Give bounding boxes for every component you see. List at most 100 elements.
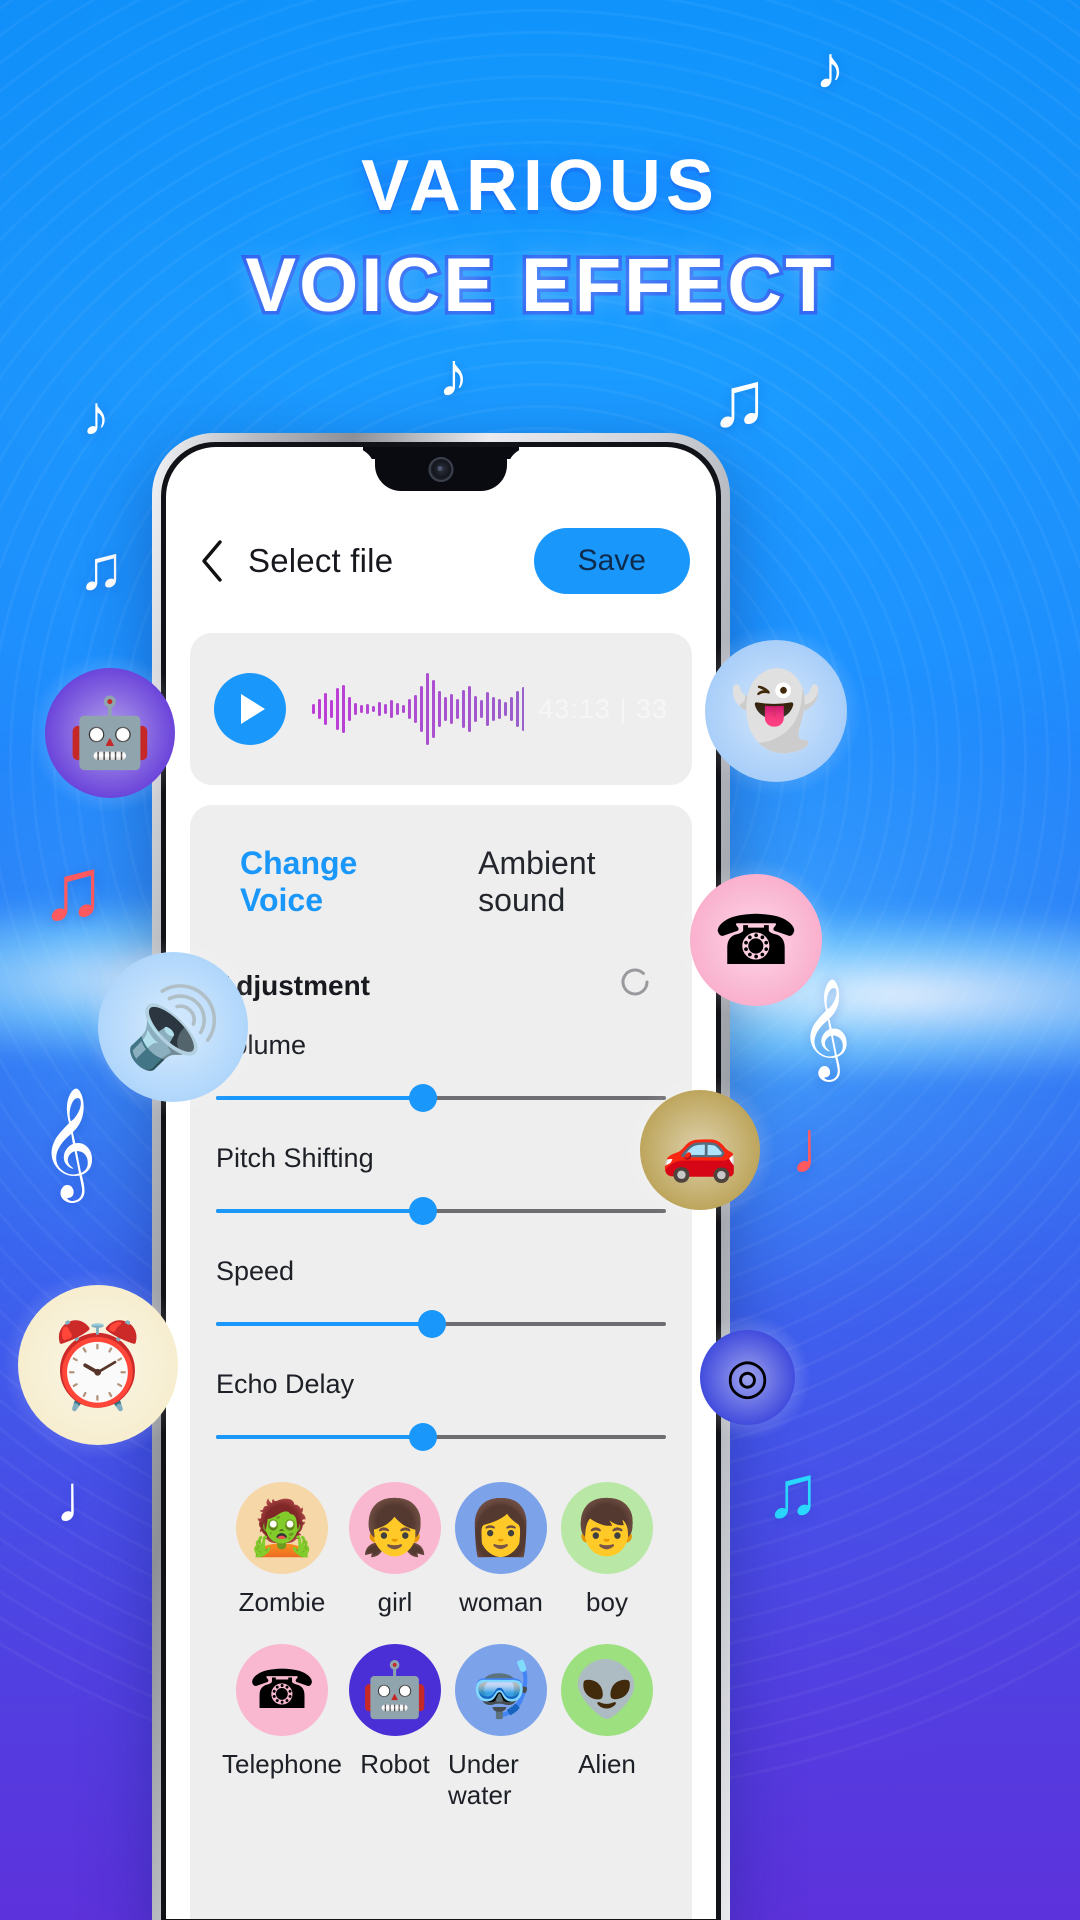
slider-fill (216, 1209, 423, 1213)
effects-panel: Change Voice Ambient sound Adjustment Vo… (190, 805, 692, 1919)
promo-screenshot: VARIOUS VOICE EFFECT ♪ ♪ ♫ ♪ ♫ ♫ 𝄞 𝄞 ♩ ♩ ♫ (0, 0, 1080, 1920)
woman-icon: 👩 (455, 1482, 547, 1574)
telephone-bubble: ☎ (674, 858, 838, 1022)
app-header: Select file Save (166, 509, 716, 613)
waveform-bar (414, 694, 417, 724)
tab-change-voice[interactable]: Change Voice (240, 845, 424, 919)
waveform-bar (498, 698, 501, 720)
effect-robot[interactable]: 🤖 Robot (342, 1644, 448, 1811)
sound-wave-bubble: ◎ (684, 1314, 811, 1441)
speaker-bubble: 🔊 (82, 936, 264, 1118)
headline: VARIOUS VOICE EFFECT (0, 146, 1080, 328)
slider-thumb[interactable] (409, 1197, 437, 1225)
waveform-bar (402, 705, 405, 713)
waveform-bar (390, 700, 393, 718)
waveform-bar (432, 680, 435, 738)
waveform-bar (348, 697, 351, 721)
waveform-bar (450, 694, 453, 724)
robot-bubble: 🤖 (29, 652, 191, 814)
effect-label: Alien (578, 1749, 636, 1779)
effect-label: boy (586, 1587, 628, 1617)
slider-label-speed: Speed (216, 1256, 295, 1286)
ghost-bubble: 👻 (689, 624, 863, 798)
effect-label: Under water (448, 1749, 519, 1810)
effect-under-water[interactable]: 🤿 Under water (448, 1644, 554, 1811)
waveform-bar (324, 693, 327, 725)
effect-label: Telephone (222, 1749, 342, 1779)
page-title: Select file (248, 542, 394, 579)
chevron-left-icon (199, 539, 225, 583)
slider-label-volume: Volume (216, 1030, 666, 1061)
slider-fill (216, 1096, 423, 1100)
effect-boy[interactable]: 👦 boy (554, 1482, 660, 1618)
slider-label-echo-delay: Echo Delay (216, 1369, 355, 1399)
waveform-bar (312, 703, 315, 715)
slider-group: Volume (216, 1030, 666, 1112)
waveform-bar (330, 700, 333, 718)
adjustment-section-title: Adjustment (216, 963, 666, 1008)
alarm-bubble: ⏰ (2, 1269, 194, 1461)
slider-group: Echo Delay (216, 1369, 666, 1451)
save-button[interactable]: Save (533, 528, 690, 594)
robot-icon: 🤖 (349, 1644, 441, 1736)
refresh-icon[interactable] (616, 963, 654, 1008)
alien-icon: 👽 (561, 1644, 653, 1736)
effect-alien[interactable]: 👽 Alien (554, 1644, 660, 1811)
waveform-bar (486, 691, 489, 727)
slider-pitch-shifting[interactable] (216, 1197, 666, 1225)
effect-girl[interactable]: 👧 girl (342, 1482, 448, 1618)
tab-ambient-sound[interactable]: Ambient sound (478, 845, 666, 919)
slider-thumb[interactable] (418, 1310, 446, 1338)
headline-line-1: VARIOUS (361, 146, 719, 226)
waveform-bar (474, 695, 477, 723)
slider-thumb[interactable] (409, 1084, 437, 1112)
waveform-bar (510, 697, 513, 721)
audio-waveform[interactable] (312, 670, 525, 748)
effect-label: Robot (360, 1749, 430, 1779)
waveform-bar (426, 673, 429, 745)
headline-line-2: VOICE EFFECT (242, 243, 835, 328)
slider-thumb[interactable] (409, 1423, 437, 1451)
audio-duration: 43:13 | 33 (538, 693, 668, 724)
waveform-bar (438, 691, 441, 727)
play-button[interactable] (214, 673, 286, 745)
back-button[interactable] (190, 539, 234, 583)
effect-telephone[interactable]: ☎ Telephone (222, 1644, 342, 1811)
effect-label: girl (377, 1587, 413, 1617)
slider-speed[interactable] (216, 1310, 666, 1338)
waveform-bar (366, 703, 369, 715)
slider-echo-delay[interactable] (216, 1423, 666, 1451)
waveform-bar (480, 700, 483, 718)
music-note-icon: ♩ (790, 1105, 866, 1190)
effect-woman[interactable]: 👩 woman (448, 1482, 554, 1618)
music-note-icon: ♪ (82, 384, 110, 447)
zombie-icon: 🧟 (236, 1482, 328, 1574)
phone-notch (375, 447, 507, 491)
music-note-icon: ♪ (438, 341, 469, 410)
effect-zombie[interactable]: 🧟 Zombie (222, 1482, 342, 1618)
waveform-bar (360, 705, 363, 713)
front-camera-icon (428, 457, 454, 482)
waveform-bar (342, 684, 345, 734)
waveform-bar (384, 704, 387, 714)
effect-label: woman (459, 1587, 543, 1617)
slider-label-pitch-shifting: Pitch Shifting (216, 1143, 374, 1173)
telephone-icon: ☎ (236, 1644, 328, 1736)
waveform-bar (468, 685, 471, 733)
waveform-bar (444, 697, 447, 721)
audio-player-card: 43:13 | 33 (190, 633, 692, 785)
panel-tabs: Change Voice Ambient sound (216, 805, 666, 919)
slider-group: Speed (216, 1256, 666, 1338)
slider-volume[interactable] (216, 1084, 666, 1112)
waveform-bar (378, 701, 381, 717)
music-note-icon: ♪ (815, 34, 845, 101)
waveform-bar (396, 702, 399, 716)
waveform-bar (456, 698, 459, 720)
adjustment-sliders: Volume Pitch Shifting Speed Echo Delay (216, 1030, 666, 1451)
waveform-bar (420, 686, 423, 732)
waveform-bar (408, 698, 411, 720)
girl-icon: 👧 (349, 1482, 441, 1574)
music-note-icon: ♫ (710, 355, 769, 443)
waveform-bar (522, 687, 525, 731)
car-bubble: 🚗 (624, 1074, 776, 1226)
